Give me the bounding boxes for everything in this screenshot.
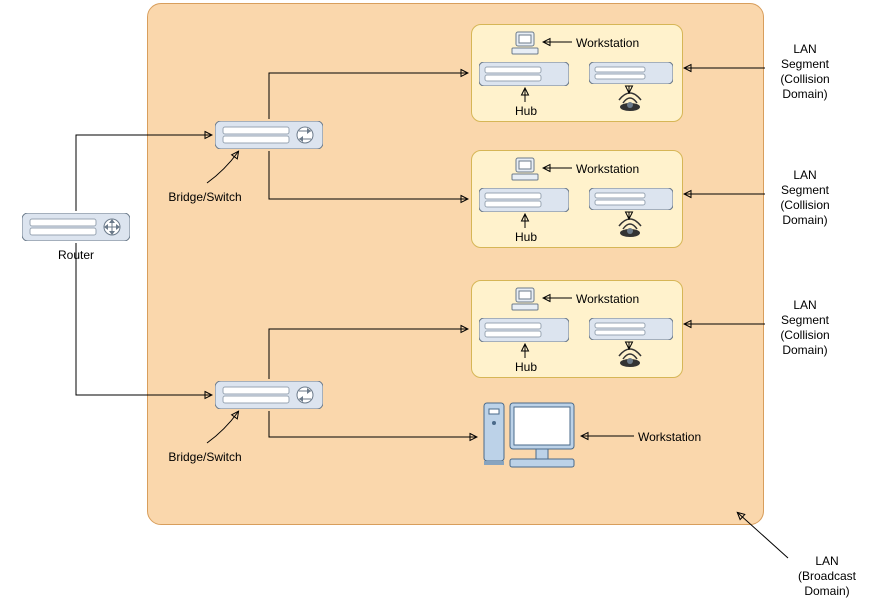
seg2-hub-label: Hub (515, 230, 537, 245)
seg2-workstation-icon (510, 156, 540, 184)
seg3-workstation-label: Workstation (576, 292, 639, 307)
ext-lan-label: LAN (Broadcast Domain) (792, 554, 862, 599)
seg2-wifi-icon (617, 216, 643, 238)
switch-2-label: Bridge/Switch (165, 450, 245, 465)
seg1-workstation-label: Workstation (576, 36, 639, 51)
standalone-workstation-icon (480, 397, 578, 475)
seg1-wifi-icon (617, 90, 643, 112)
seg1-hub-icon (479, 62, 569, 86)
switch-1-label: Bridge/Switch (165, 190, 245, 205)
seg3-hub-icon (479, 318, 569, 342)
standalone-workstation-label: Workstation (638, 430, 701, 445)
seg3-hub-label: Hub (515, 360, 537, 375)
switch-2-icon (215, 381, 323, 409)
seg2-workstation-label: Workstation (576, 162, 639, 177)
ext-seg3-label: LAN Segment (Collision Domain) (770, 298, 840, 358)
seg3-repeater-icon (589, 318, 673, 340)
seg1-hub-label: Hub (515, 104, 537, 119)
seg1-repeater-icon (589, 62, 673, 84)
seg1-workstation-icon (510, 30, 540, 58)
seg2-repeater-icon (589, 188, 673, 210)
switch-1-icon (215, 121, 323, 149)
seg2-hub-icon (479, 188, 569, 212)
ext-seg2-label: LAN Segment (Collision Domain) (770, 168, 840, 228)
router-label: Router (29, 248, 123, 263)
seg3-wifi-icon (617, 346, 643, 368)
router-icon (22, 213, 130, 241)
diagram-canvas: Router Bridge/Switch Bridge/Switch (0, 0, 871, 602)
seg3-workstation-icon (510, 286, 540, 314)
ext-seg1-label: LAN Segment (Collision Domain) (770, 42, 840, 102)
